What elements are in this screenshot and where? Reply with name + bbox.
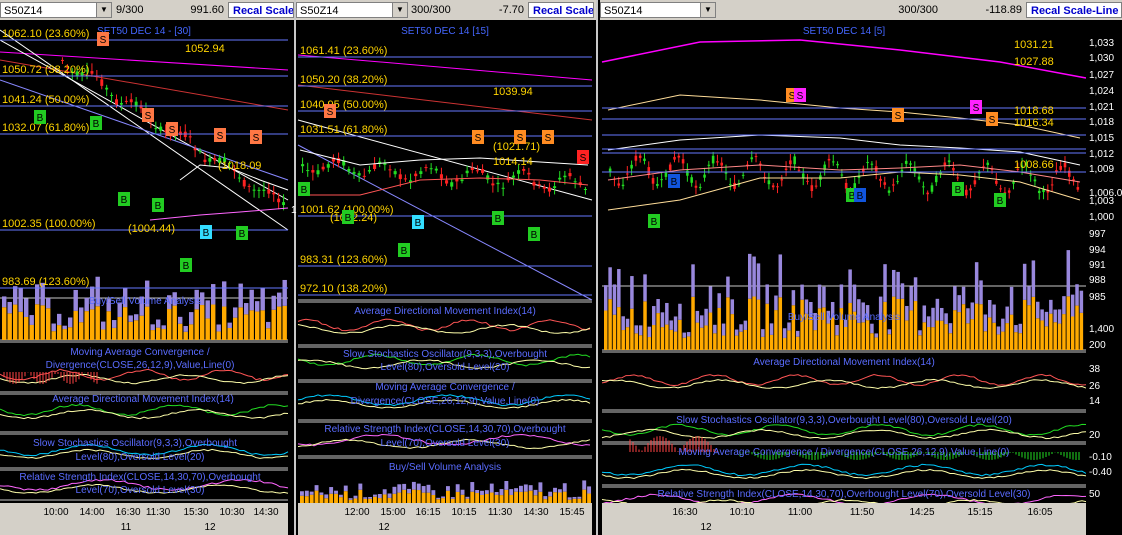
chevron-down-icon[interactable]: ▼ xyxy=(392,3,407,17)
symbol-selector[interactable]: S50Z14 ▼ xyxy=(600,2,716,18)
recal-scale-button[interactable]: Recal Scale xyxy=(228,2,294,18)
recal-scale-button[interactable]: Recal Scale-Line xyxy=(1026,2,1122,18)
chart-panel-3: S50Z14 ▼ 300/300 -118.89 Recal Scale-Line xyxy=(600,0,1122,535)
chart-toolbar: S50Z14 ▼ 300/300 -7.70 Recal Scale xyxy=(296,0,596,20)
symbol-value: S50Z14 xyxy=(604,5,643,17)
symbol-selector[interactable]: S50Z14 ▼ xyxy=(296,2,408,18)
bar-count: 300/300 xyxy=(898,4,938,16)
recal-scale-button[interactable]: Recal Scale xyxy=(528,2,594,18)
bar-count: 9/300 xyxy=(116,4,144,16)
chart-panel-2: S50Z14 ▼ 300/300 -7.70 Recal Scale xyxy=(296,0,598,535)
symbol-value: S50Z14 xyxy=(300,5,339,17)
chevron-down-icon[interactable]: ▼ xyxy=(700,3,715,17)
price-change: 991.60 xyxy=(190,4,224,16)
chart-panel-1: S50Z14 ▼ 9/300 991.60 Recal Scale xyxy=(0,0,296,535)
chart-toolbar: S50Z14 ▼ 300/300 -118.89 Recal Scale-Line xyxy=(600,0,1122,20)
symbol-value: S50Z14 xyxy=(4,5,43,17)
chevron-down-icon[interactable]: ▼ xyxy=(96,3,111,17)
bar-count: 300/300 xyxy=(411,4,451,16)
chart-toolbar: S50Z14 ▼ 9/300 991.60 Recal Scale xyxy=(0,0,294,20)
price-change: -118.89 xyxy=(985,4,1023,16)
symbol-selector[interactable]: S50Z14 ▼ xyxy=(0,2,112,18)
price-change: -7.70 xyxy=(498,4,524,16)
